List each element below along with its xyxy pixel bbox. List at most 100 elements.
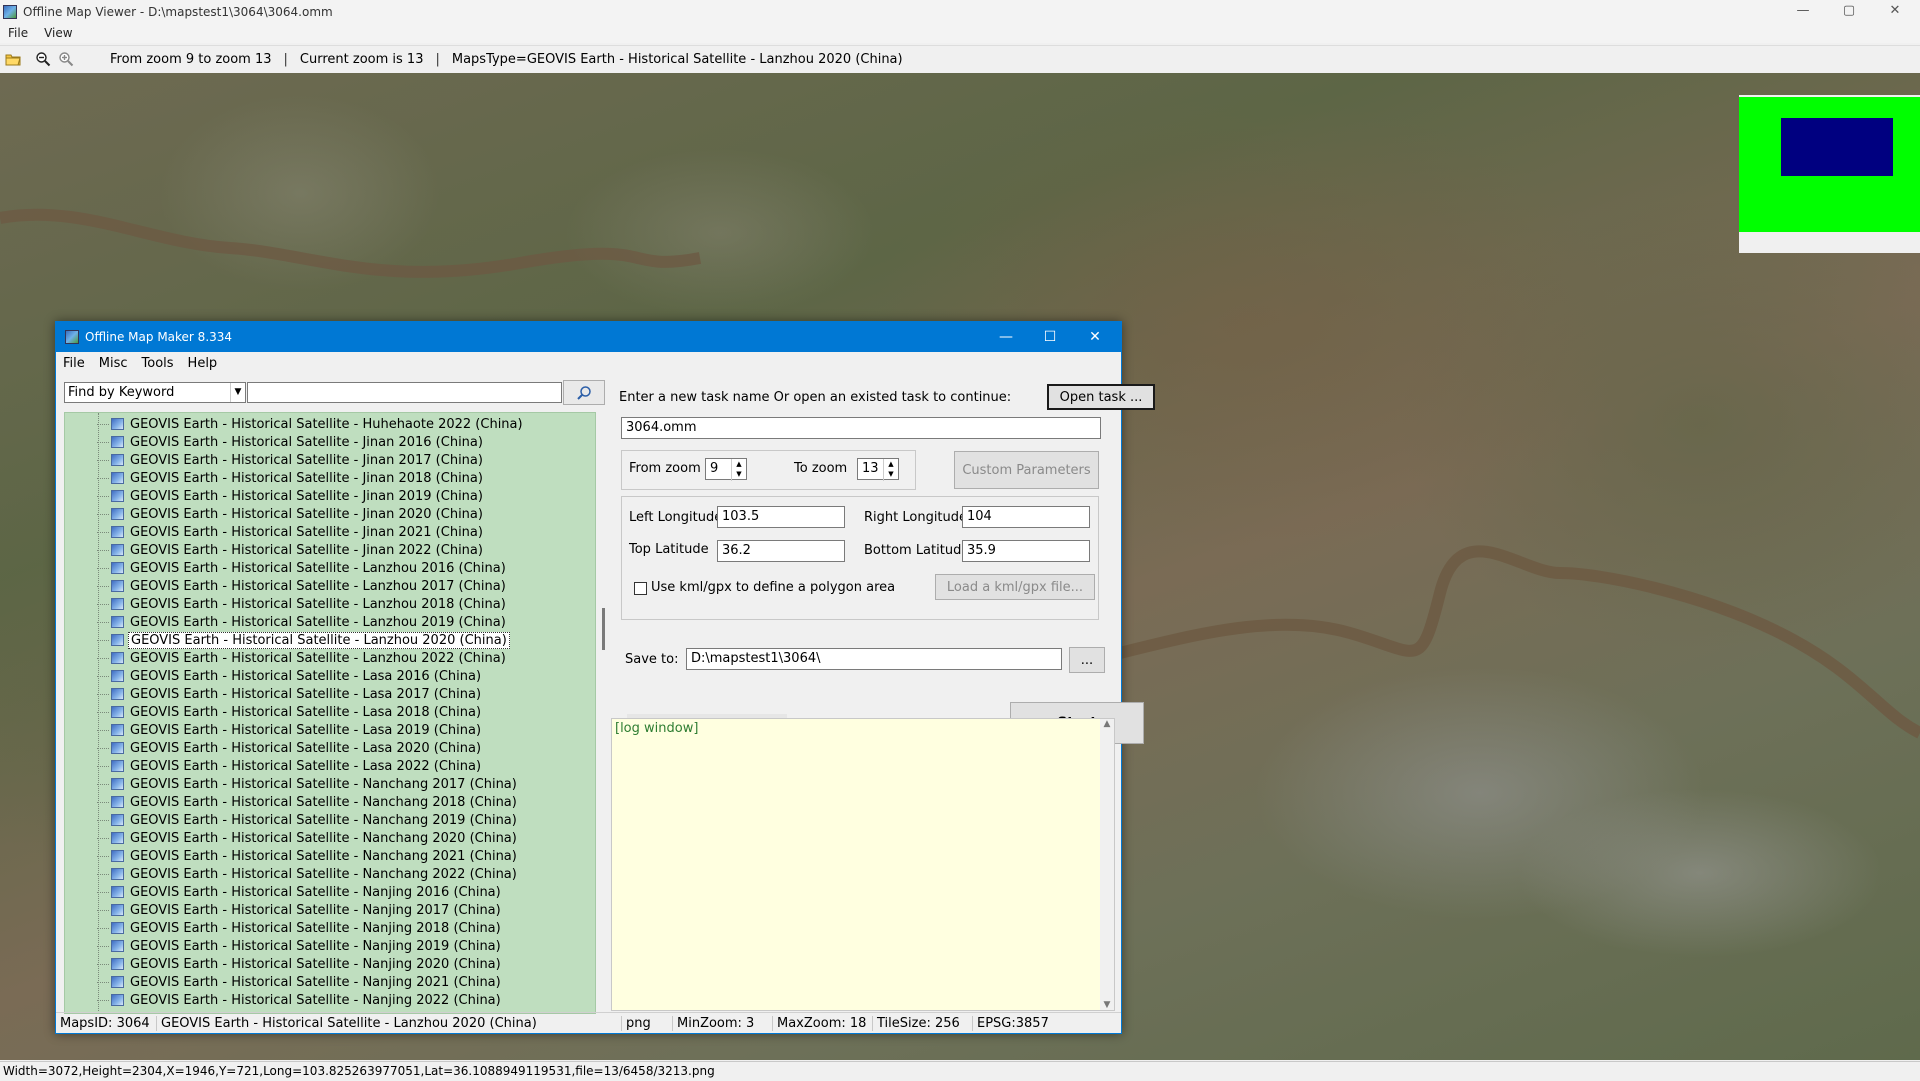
tree-item[interactable]: GEOVIS Earth - Historical Satellite - Na…: [97, 973, 503, 991]
from-zoom-label: From zoom: [629, 461, 701, 476]
load-kml-button[interactable]: Load a kml/gpx file...: [935, 574, 1095, 600]
right-longitude-field[interactable]: 104: [962, 506, 1090, 528]
open-folder-icon[interactable]: [3, 49, 23, 69]
zoom-in-icon[interactable]: [56, 49, 76, 69]
tree-item-label: GEOVIS Earth - Historical Satellite - La…: [128, 631, 510, 649]
tree-item[interactable]: GEOVIS Earth - Historical Satellite - Na…: [97, 847, 519, 865]
tree-item[interactable]: GEOVIS Earth - Historical Satellite - Na…: [97, 955, 503, 973]
menu-view[interactable]: View: [36, 26, 80, 40]
left-longitude-field[interactable]: 103.5: [717, 506, 845, 528]
tree-item[interactable]: GEOVIS Earth - Historical Satellite - La…: [97, 631, 510, 649]
minimize-button[interactable]: —: [1780, 0, 1826, 23]
tree-item[interactable]: GEOVIS Earth - Historical Satellite - Na…: [97, 865, 519, 883]
tree-item-label: GEOVIS Earth - Historical Satellite - Ji…: [130, 488, 483, 504]
tree-item[interactable]: GEOVIS Earth - Historical Satellite - Na…: [97, 991, 503, 1009]
tree-item[interactable]: GEOVIS Earth - Historical Satellite - Ji…: [97, 505, 485, 523]
zoom-out-icon[interactable]: [33, 49, 53, 69]
tree-item[interactable]: GEOVIS Earth - Historical Satellite - Ji…: [97, 451, 485, 469]
tree-item[interactable]: GEOVIS Earth - Historical Satellite - La…: [97, 613, 508, 631]
find-mode-select[interactable]: Find by Keyword ▼: [64, 382, 246, 403]
spin-arrows-icon[interactable]: ▲ ▼: [731, 459, 746, 481]
zoom-range-text: From zoom 9 to zoom 13: [110, 51, 272, 67]
overview-minimap[interactable]: [1739, 95, 1920, 253]
tree-item[interactable]: GEOVIS Earth - Historical Satellite - La…: [97, 739, 483, 757]
tree-connector: [97, 945, 109, 947]
tree-item[interactable]: GEOVIS Earth - Historical Satellite - La…: [97, 559, 508, 577]
map-layer-icon: [111, 742, 124, 754]
tree-item[interactable]: GEOVIS Earth - Historical Satellite - La…: [97, 649, 508, 667]
map-layer-icon: [111, 526, 124, 538]
dialog-maximize-button[interactable]: ☐: [1028, 322, 1072, 352]
search-input[interactable]: [247, 382, 562, 403]
tree-item[interactable]: GEOVIS Earth - Historical Satellite - Ji…: [97, 469, 485, 487]
dialog-minimize-button[interactable]: —: [984, 322, 1028, 352]
tree-item[interactable]: GEOVIS Earth - Historical Satellite - La…: [97, 757, 483, 775]
menu-file[interactable]: File: [0, 26, 36, 40]
menu-bar: File View: [0, 23, 1920, 43]
use-kml-checkbox[interactable]: [634, 582, 647, 595]
tree-connector: [97, 693, 109, 695]
tree-item[interactable]: GEOVIS Earth - Historical Satellite - Na…: [97, 937, 503, 955]
tree-connector: [97, 603, 109, 605]
search-button[interactable]: [563, 380, 605, 405]
log-window[interactable]: [log window] ▲ ▼: [611, 718, 1115, 1011]
tree-item-label: GEOVIS Earth - Historical Satellite - La…: [130, 578, 506, 594]
dialog-menu-misc[interactable]: Misc: [92, 356, 135, 371]
tree-item[interactable]: GEOVIS Earth - Historical Satellite - La…: [97, 685, 483, 703]
close-button[interactable]: ✕: [1872, 0, 1918, 23]
tree-item-label: GEOVIS Earth - Historical Satellite - La…: [130, 740, 482, 756]
tile-size-status: TileSize: 256: [873, 1015, 973, 1031]
tree-item[interactable]: GEOVIS Earth - Historical Satellite - Na…: [97, 811, 519, 829]
tree-connector: [97, 801, 109, 803]
spin-arrows-icon[interactable]: ▲ ▼: [883, 459, 898, 481]
to-zoom-stepper[interactable]: 13 ▲ ▼: [857, 458, 899, 481]
tree-item[interactable]: GEOVIS Earth - Historical Satellite - Ji…: [97, 433, 485, 451]
tree-item[interactable]: GEOVIS Earth - Historical Satellite - Hu…: [97, 415, 525, 433]
maximize-button[interactable]: ▢: [1826, 0, 1872, 23]
browse-folder-button[interactable]: ...: [1069, 647, 1105, 673]
top-latitude-field[interactable]: 36.2: [717, 540, 845, 562]
maps-tree[interactable]: GEOVIS Earth - Historical Satellite - Hu…: [64, 412, 596, 1014]
tree-item-label: GEOVIS Earth - Historical Satellite - Na…: [130, 938, 501, 954]
to-zoom-value: 13: [862, 461, 879, 476]
tree-connector: [97, 477, 109, 479]
tree-connector: [97, 837, 109, 839]
chevron-down-icon[interactable]: ▼: [230, 383, 245, 402]
tree-item[interactable]: GEOVIS Earth - Historical Satellite - Na…: [97, 793, 519, 811]
tree-connector: [97, 549, 109, 551]
min-zoom-status: MinZoom: 3: [673, 1015, 773, 1031]
tree-item[interactable]: GEOVIS Earth - Historical Satellite - Na…: [97, 829, 519, 847]
tree-item[interactable]: GEOVIS Earth - Historical Satellite - Na…: [97, 901, 503, 919]
scroll-down-icon[interactable]: ▼: [1100, 1000, 1114, 1010]
task-name-field[interactable]: 3064.omm: [621, 417, 1101, 439]
overview-viewport-rect[interactable]: [1781, 118, 1893, 176]
map-layer-icon: [111, 508, 124, 520]
scroll-up-icon[interactable]: ▲: [1100, 719, 1114, 729]
dialog-menu-tools[interactable]: Tools: [135, 356, 181, 371]
tree-item[interactable]: GEOVIS Earth - Historical Satellite - Ji…: [97, 487, 485, 505]
dialog-menu-file[interactable]: File: [56, 356, 92, 371]
tree-item[interactable]: GEOVIS Earth - Historical Satellite - Ji…: [97, 541, 485, 559]
tree-item[interactable]: GEOVIS Earth - Historical Satellite - La…: [97, 577, 508, 595]
find-mode-value: Find by Keyword: [68, 385, 175, 400]
tree-connector: [97, 729, 109, 731]
save-to-field[interactable]: D:\mapstest1\3064\: [686, 648, 1062, 670]
bottom-latitude-field[interactable]: 35.9: [962, 540, 1090, 562]
tree-item[interactable]: GEOVIS Earth - Historical Satellite - La…: [97, 595, 508, 613]
tree-item[interactable]: GEOVIS Earth - Historical Satellite - La…: [97, 667, 483, 685]
tree-item-label: GEOVIS Earth - Historical Satellite - Na…: [130, 974, 501, 990]
tree-item[interactable]: GEOVIS Earth - Historical Satellite - La…: [97, 721, 483, 739]
log-scrollbar[interactable]: ▲ ▼: [1100, 719, 1114, 1010]
tree-item[interactable]: GEOVIS Earth - Historical Satellite - Na…: [97, 775, 519, 793]
tree-item[interactable]: GEOVIS Earth - Historical Satellite - Na…: [97, 883, 503, 901]
dialog-menu-help[interactable]: Help: [181, 356, 225, 371]
custom-parameters-button[interactable]: Custom Parameters: [954, 451, 1099, 489]
tree-item-label: GEOVIS Earth - Historical Satellite - La…: [130, 722, 482, 738]
tree-item[interactable]: GEOVIS Earth - Historical Satellite - La…: [97, 703, 483, 721]
panel-splitter[interactable]: [602, 608, 605, 650]
tree-item[interactable]: GEOVIS Earth - Historical Satellite - Na…: [97, 919, 503, 937]
dialog-close-button[interactable]: ✕: [1073, 322, 1117, 352]
tree-item[interactable]: GEOVIS Earth - Historical Satellite - Ji…: [97, 523, 485, 541]
open-task-button[interactable]: Open task ...: [1047, 384, 1155, 410]
from-zoom-stepper[interactable]: 9 ▲ ▼: [705, 458, 747, 481]
